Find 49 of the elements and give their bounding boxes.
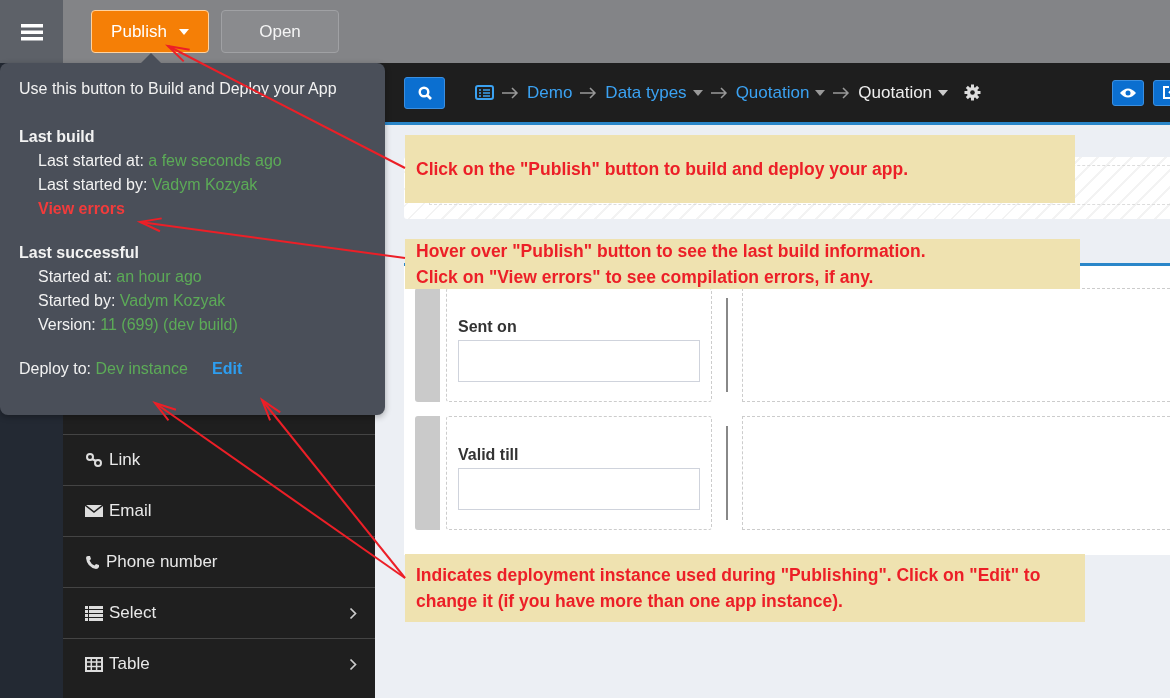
preview-button[interactable] [1112, 79, 1144, 106]
info-line: Started at: an hour ago [37, 268, 203, 286]
search-icon [417, 85, 432, 100]
breadcrumb-link[interactable]: Quotation [858, 82, 949, 103]
list-icon[interactable] [475, 85, 494, 100]
annotation-note: Hover over "Publish" button to see the last build information. Click on "View errors" to see compilation errors, if any. [405, 239, 1080, 289]
eye-icon [1119, 86, 1137, 99]
caret-icon [815, 89, 826, 96]
breadcrumb-link[interactable]: Data types [605, 82, 703, 103]
phone-icon [85, 554, 100, 570]
arrow-right-icon [710, 86, 728, 99]
caret-icon [178, 28, 189, 35]
field-label: Sent on [458, 318, 518, 336]
menu-icon[interactable] [20, 22, 43, 41]
arrow-right-icon [580, 86, 598, 99]
sidebar-item[interactable]: Link [63, 434, 375, 485]
breadcrumb-link[interactable]: Demo [527, 82, 573, 103]
section-title: Last successful [19, 244, 141, 262]
section-title: Last build [19, 128, 96, 146]
info-line: Version: 11 (699) (dev build) [37, 316, 239, 334]
sidebar-item[interactable]: Table [63, 638, 375, 689]
breadcrumb-link[interactable]: Quotation [735, 82, 826, 103]
info-line: Last started at: a few seconds ago [37, 152, 283, 170]
deploy-target: Deploy to: Dev instance [19, 360, 188, 378]
info-line: Started by: Vadym Kozyak [37, 292, 227, 310]
link-icon [85, 453, 103, 467]
drag-handle[interactable] [415, 416, 440, 530]
open-button[interactable]: Open [221, 10, 339, 53]
caret-icon [692, 89, 703, 96]
annotation-note: Indicates deployment instance used during "Publishing". Click on "Edit" to change it (if you have more than one app instance). [405, 554, 1085, 622]
sidebar-item[interactable]: Phone number [63, 536, 375, 587]
table-icon [85, 656, 103, 672]
arrow-right-icon [502, 86, 519, 99]
drag-handle[interactable] [415, 288, 440, 402]
caret-icon [938, 89, 949, 96]
field-label: Valid till [458, 446, 520, 464]
chevron-right-icon [349, 606, 357, 620]
search-button[interactable] [404, 76, 445, 109]
annotation-note: Click on the "Publish" button to build and deploy your app. [405, 135, 1075, 203]
gear-icon[interactable] [964, 84, 982, 101]
arrow-right-icon [833, 86, 851, 99]
chevron-right-icon [349, 657, 357, 671]
info-line: Last started by: Vadym Kozyak [37, 176, 259, 194]
sidebar-item[interactable]: Email [63, 485, 375, 536]
list-icon [85, 605, 103, 621]
date-field[interactable] [458, 468, 700, 510]
date-field[interactable] [458, 340, 700, 382]
sidebar-item[interactable]: Select [63, 587, 375, 638]
envelope-icon [85, 504, 103, 518]
